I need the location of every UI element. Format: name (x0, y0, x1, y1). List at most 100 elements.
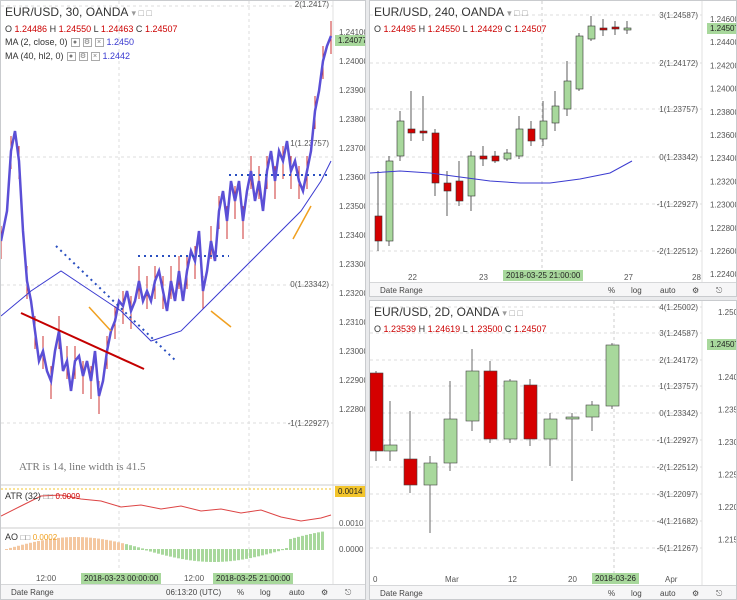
candle-body (483, 370, 498, 440)
left-settings-icon[interactable]: ▾ □ □ (131, 8, 151, 18)
ao-bar (301, 535, 304, 550)
atr-note: ATR is 14, line width is 41.5 (19, 461, 146, 473)
left-ma2-row[interactable]: MA (40, hl2, 0) ● ⚙ × 1.2442 (5, 51, 130, 61)
br-settings-icon[interactable]: ▾ □ □ (502, 308, 522, 318)
candle-body (587, 25, 596, 40)
ao-bar (297, 536, 300, 550)
date-range-button[interactable]: Date Range (380, 589, 423, 598)
ma-fast-line (1, 35, 333, 397)
top-right-chart-canvas[interactable]: 1.246001.244001.242001.240001.238001.236… (370, 1, 737, 297)
candle-body (623, 27, 632, 31)
ao-bar (9, 547, 12, 550)
percent-toggle[interactable]: % (608, 286, 615, 295)
ao-bar (93, 538, 96, 550)
settings-icon[interactable]: ⚙ (692, 286, 699, 295)
ao-bar (293, 537, 296, 550)
candle-body (563, 80, 572, 110)
settings-icon[interactable]: ⚙ (321, 588, 328, 597)
tr-settings-icon[interactable]: ▾ □ □ (507, 8, 527, 18)
left-ma1-row[interactable]: MA (2, close, 0) ● ⚙ × 1.2450 (5, 37, 134, 47)
price-tick: 1.23000 (718, 438, 737, 447)
br-bottom-toolbar: Date Range % log auto ⚙ ⎋ (370, 585, 736, 599)
candle-body (455, 180, 464, 202)
ao-bar (265, 549, 268, 555)
eye-icon[interactable]: ● (66, 51, 76, 61)
left-chart-canvas[interactable]: 1.241001.240001.239001.238001.237001.236… (1, 1, 366, 600)
candle-body (443, 418, 458, 464)
candle-body (523, 384, 538, 440)
candle-body (565, 416, 580, 420)
price-tick: 1.23400 (339, 231, 366, 240)
candle-body (515, 128, 524, 157)
price-tick: 1.23600 (710, 131, 737, 140)
close-icon[interactable]: × (94, 37, 104, 47)
ao-bar (213, 549, 216, 562)
percent-toggle[interactable]: % (237, 588, 244, 597)
tr-symbol-title[interactable]: EUR/USD, 240, OANDA (374, 5, 504, 19)
price-tick: 1.23500 (718, 406, 737, 415)
gear-icon[interactable]: ⚙ (82, 37, 92, 47)
ao-bar (69, 537, 72, 550)
candle-body (585, 404, 600, 418)
ao-bar (85, 537, 88, 550)
candle-body (419, 130, 428, 134)
ao-bar (117, 542, 120, 550)
ao-bar (21, 544, 24, 550)
scroll-icon[interactable]: ⎋ (716, 589, 722, 599)
price-tick: 1.23000 (710, 201, 737, 210)
ao-bar (237, 549, 240, 561)
ao-bar (169, 549, 172, 557)
scroll-icon[interactable]: ⎋ (345, 588, 351, 598)
ao-bar (109, 540, 112, 550)
price-tick: 1.23100 (339, 318, 366, 327)
x-tick: 23 (479, 273, 488, 282)
atr-axis-tick: 0.0010 (339, 519, 364, 528)
left-chart-pane[interactable]: 1.24100 1.24000 1.23900 1.23800 1.23700 1.236… (0, 0, 366, 600)
ao-label-row: AO □□ 0.0002 (5, 532, 58, 542)
auto-toggle[interactable]: auto (660, 589, 676, 598)
price-tick: 1.22500 (718, 471, 737, 480)
fib-level-label: 0(1.23342) (659, 153, 698, 162)
ao-bar (281, 549, 284, 551)
eye-icon[interactable]: ● (70, 37, 80, 47)
fib-level-label: 1(1.23757) (659, 382, 698, 391)
ao-bar (201, 549, 204, 562)
ao-bar (197, 549, 200, 562)
br-symbol-title[interactable]: EUR/USD, 2D, OANDA (374, 305, 499, 319)
bottom-right-chart-pane[interactable]: 1.250001.245001.240001.235001.230001.225… (369, 300, 737, 600)
candle-body (543, 418, 558, 440)
auto-toggle[interactable]: auto (289, 588, 305, 597)
dotted-channel (55, 245, 177, 362)
candle-body (605, 344, 620, 407)
ao-bar (285, 548, 288, 550)
log-toggle[interactable]: log (631, 589, 642, 598)
date-range-button[interactable]: Date Range (380, 286, 423, 295)
ao-bar (221, 549, 224, 562)
ma-line (370, 160, 633, 184)
top-right-chart-pane[interactable]: 1.24600 1.24400 1.24200 1.24000 1.23800 1.236… (369, 0, 737, 297)
price-tick: 1.23700 (339, 144, 366, 153)
fib-level-label: -2(1.22512) (657, 247, 699, 256)
candle-body (431, 132, 440, 184)
date-range-button[interactable]: Date Range (11, 588, 54, 597)
price-tick: 1.22000 (718, 503, 737, 512)
ao-bar (101, 539, 104, 550)
percent-toggle[interactable]: % (608, 589, 615, 598)
ao-bar (253, 549, 256, 558)
ao-bar (65, 537, 68, 550)
auto-toggle[interactable]: auto (660, 286, 676, 295)
ao-bar (209, 549, 212, 562)
log-toggle[interactable]: log (260, 588, 271, 597)
left-ohlc: O 1.24486 H 1.24550 L 1.24463 C 1.24507 (5, 24, 178, 34)
bottom-right-chart-canvas[interactable]: 1.250001.245001.240001.235001.230001.225… (370, 301, 737, 600)
settings-icon[interactable]: ⚙ (692, 589, 699, 598)
utc-clock[interactable]: 06:13:20 (UTC) (166, 588, 221, 597)
left-symbol-title[interactable]: EUR/USD, 30, OANDA (5, 5, 128, 19)
log-toggle[interactable]: log (631, 286, 642, 295)
scroll-icon[interactable]: ⎋ (716, 286, 722, 296)
ao-bar (105, 539, 108, 550)
close-icon[interactable]: × (90, 51, 100, 61)
fib-level-label: -4(1.21682) (657, 517, 699, 526)
price-tick: 1.22900 (339, 376, 366, 385)
gear-icon[interactable]: ⚙ (78, 51, 88, 61)
